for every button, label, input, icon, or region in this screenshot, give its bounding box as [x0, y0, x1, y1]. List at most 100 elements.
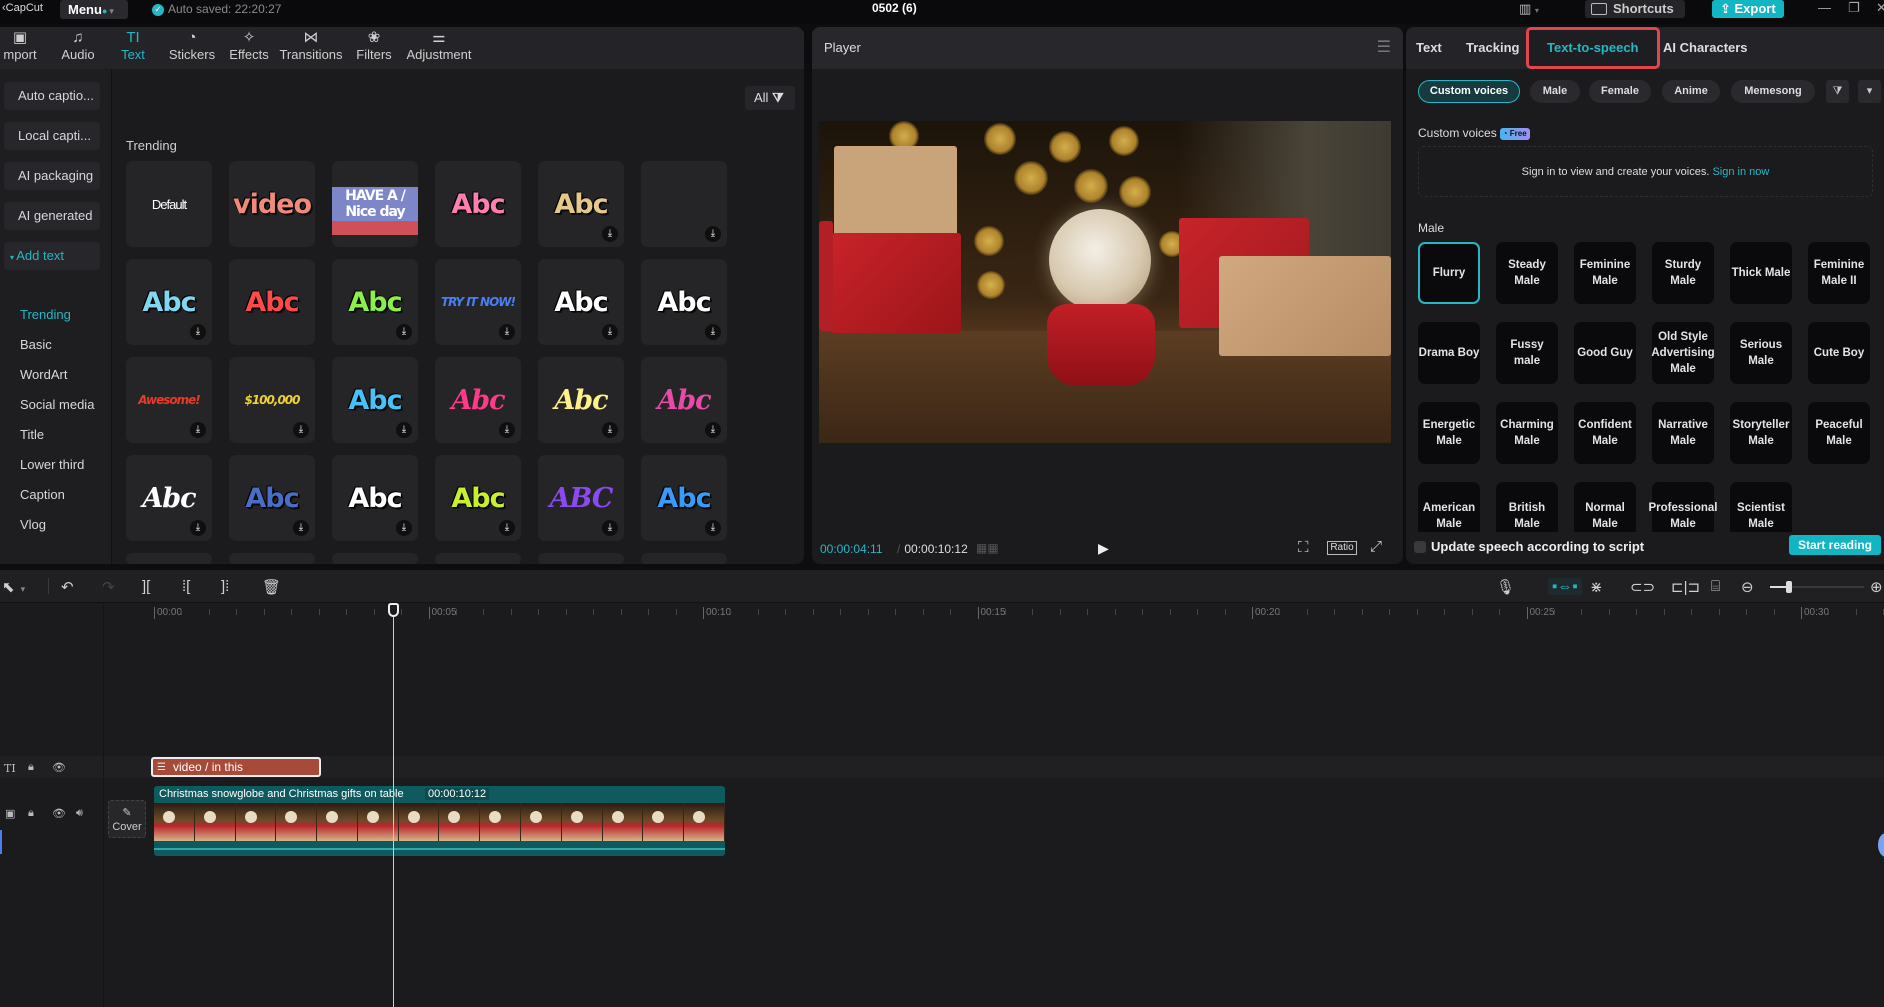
zoom-fit-icon[interactable]: ⛶: [1298, 539, 1309, 556]
text-template-tile[interactable]: ABC ⤓: [538, 455, 624, 541]
download-icon[interactable]: ⤓: [602, 324, 618, 340]
sidebar-button[interactable]: Local capti...: [4, 122, 100, 150]
download-icon[interactable]: ⤓: [499, 324, 515, 340]
voice-option[interactable]: Old Style Advertising Male: [1651, 322, 1715, 384]
text-template-tile[interactable]: Abc ⤓: [641, 455, 727, 541]
tool-adjustment[interactable]: ⚌ Adjustment: [404, 29, 474, 69]
text-template-tile[interactable]: Abc: [229, 259, 315, 345]
ratio-button[interactable]: Ratio: [1327, 541, 1357, 555]
download-icon[interactable]: ⤓: [602, 226, 618, 242]
app-logo[interactable]: ‹CapCut: [0, 0, 43, 16]
tool-filters[interactable]: ❀ Filters: [352, 29, 396, 69]
microphone-icon[interactable]: 🎙︎: [1496, 578, 1515, 596]
tool-transitions[interactable]: ⋈ Transitions: [278, 29, 344, 69]
voice-option[interactable]: Narrative Male: [1652, 402, 1714, 464]
download-icon[interactable]: ⤓: [396, 324, 412, 340]
voice-option[interactable]: Storyteller Male: [1730, 402, 1792, 464]
voice-option[interactable]: Feminine Male II: [1808, 242, 1870, 304]
download-icon[interactable]: ⤓: [602, 520, 618, 536]
text-clip[interactable]: ☰ video / in this: [151, 757, 321, 777]
chevron-down-icon[interactable]: ▾: [1858, 80, 1881, 103]
download-icon[interactable]: ⤓: [396, 422, 412, 438]
shortcuts-button[interactable]: Shortcuts: [1585, 0, 1685, 18]
split-right-icon[interactable]: ]⁞: [221, 578, 229, 595]
menu-button[interactable]: Menu● ▾: [60, 0, 128, 19]
voice-option[interactable]: Drama Boy: [1418, 322, 1480, 384]
split-icon[interactable]: ][: [142, 578, 150, 595]
auto-snap-icon[interactable]: ⋇: [1590, 578, 1603, 596]
lock-icon[interactable]: 🔒︎: [28, 761, 34, 774]
start-reading-button[interactable]: Start reading: [1789, 535, 1881, 555]
tool-effects[interactable]: ✧ Effects: [226, 29, 272, 69]
voice-option[interactable]: Steady Male: [1496, 242, 1558, 304]
tab-text-to-speech[interactable]: Text-to-speech: [1547, 40, 1639, 55]
eye-icon[interactable]: 👁︎: [52, 761, 66, 774]
filter-all-button[interactable]: All ⧩: [745, 86, 795, 110]
sidebar-item-social-media[interactable]: Social media: [20, 397, 94, 417]
download-icon[interactable]: ⤓: [499, 520, 515, 536]
text-template-tile[interactable]: [435, 553, 521, 564]
chip-female[interactable]: Female: [1589, 80, 1651, 103]
sidebar-item-title[interactable]: Title: [20, 427, 44, 447]
voice-option[interactable]: Feminine Male: [1574, 242, 1636, 304]
chip-anime[interactable]: Anime: [1662, 80, 1720, 103]
voice-option[interactable]: Professional Male: [1648, 482, 1718, 534]
download-icon[interactable]: ⤓: [602, 422, 618, 438]
ruler-zoom-icon[interactable]: ⌸: [1711, 578, 1720, 595]
text-template-tile[interactable]: [332, 553, 418, 564]
download-icon[interactable]: ⤓: [396, 520, 412, 536]
zoom-out-icon[interactable]: ⊖: [1741, 578, 1754, 596]
text-template-tile[interactable]: Abc ⤓: [126, 259, 212, 345]
zoom-slider-knob[interactable]: [1785, 581, 1792, 593]
download-icon[interactable]: ⤓: [705, 324, 721, 340]
minimize-button[interactable]: —: [1818, 0, 1831, 18]
text-template-tile[interactable]: HAVE A / Nice day: [332, 161, 418, 247]
text-template-tile[interactable]: Abc ⤓: [332, 455, 418, 541]
tab-text[interactable]: Text: [1416, 40, 1442, 55]
chip-male[interactable]: Male: [1530, 80, 1580, 103]
grid-icon[interactable]: ▦▦: [976, 541, 999, 555]
playhead[interactable]: [393, 603, 394, 1007]
voice-option[interactable]: Fussy male: [1496, 322, 1558, 384]
text-template-tile[interactable]: Abc ⤓: [332, 357, 418, 443]
undo-icon[interactable]: ↶: [61, 578, 74, 596]
voice-option[interactable]: Serious Male: [1730, 322, 1792, 384]
voice-option[interactable]: Cute Boy: [1808, 322, 1870, 384]
update-speech-checkbox[interactable]: [1414, 541, 1426, 553]
voice-option[interactable]: Thick Male: [1730, 242, 1792, 304]
text-template-tile[interactable]: Awesome! ⤓: [126, 357, 212, 443]
voice-option[interactable]: Energetic Male: [1418, 402, 1480, 464]
tab-tracking[interactable]: Tracking: [1466, 40, 1519, 55]
text-template-tile[interactable]: $100,000 ⤓: [229, 357, 315, 443]
voice-option[interactable]: Good Guy: [1574, 322, 1636, 384]
download-icon[interactable]: ⤓: [293, 422, 309, 438]
text-template-tile[interactable]: [538, 553, 624, 564]
text-template-tile[interactable]: Abc ⤓: [538, 357, 624, 443]
download-icon[interactable]: ⤓: [705, 226, 721, 242]
cover-button[interactable]: ✎ Cover: [108, 800, 146, 838]
text-template-tile[interactable]: Abc ⤓: [435, 357, 521, 443]
text-template-tile[interactable]: video: [229, 161, 315, 247]
text-template-tile[interactable]: [229, 553, 315, 564]
preview-axis-icon[interactable]: ⊏|⊐: [1671, 578, 1700, 596]
fullscreen-icon[interactable]: ⤢: [1370, 538, 1382, 555]
sidebar-button[interactable]: AI generated: [4, 202, 100, 230]
voice-option[interactable]: Confident Male: [1574, 402, 1636, 464]
playhead-handle[interactable]: [388, 603, 399, 617]
sidebar-item-basic[interactable]: Basic: [20, 337, 52, 357]
voice-option[interactable]: Flurry: [1418, 242, 1480, 304]
eye-icon[interactable]: 👁︎: [52, 807, 66, 820]
voice-option[interactable]: American Male: [1418, 482, 1480, 534]
split-left-icon[interactable]: ⁞[: [182, 578, 190, 595]
sidebar-item-wordart[interactable]: WordArt: [20, 367, 67, 387]
hamburger-menu-icon[interactable]: ☰: [1377, 37, 1391, 57]
download-icon[interactable]: ⤓: [190, 422, 206, 438]
voice-option[interactable]: Scientist Male: [1730, 482, 1792, 534]
layout-icon[interactable]: ▥ ▾: [1519, 1, 1549, 17]
text-template-tile[interactable]: [126, 553, 212, 564]
text-template-tile[interactable]: Abc ⤓: [435, 455, 521, 541]
delete-icon[interactable]: 🗑︎: [262, 578, 281, 596]
text-template-tile[interactable]: Abc ⤓: [538, 161, 624, 247]
tool-mport[interactable]: ▣ mport: [0, 29, 40, 69]
download-icon[interactable]: ⤓: [499, 422, 515, 438]
